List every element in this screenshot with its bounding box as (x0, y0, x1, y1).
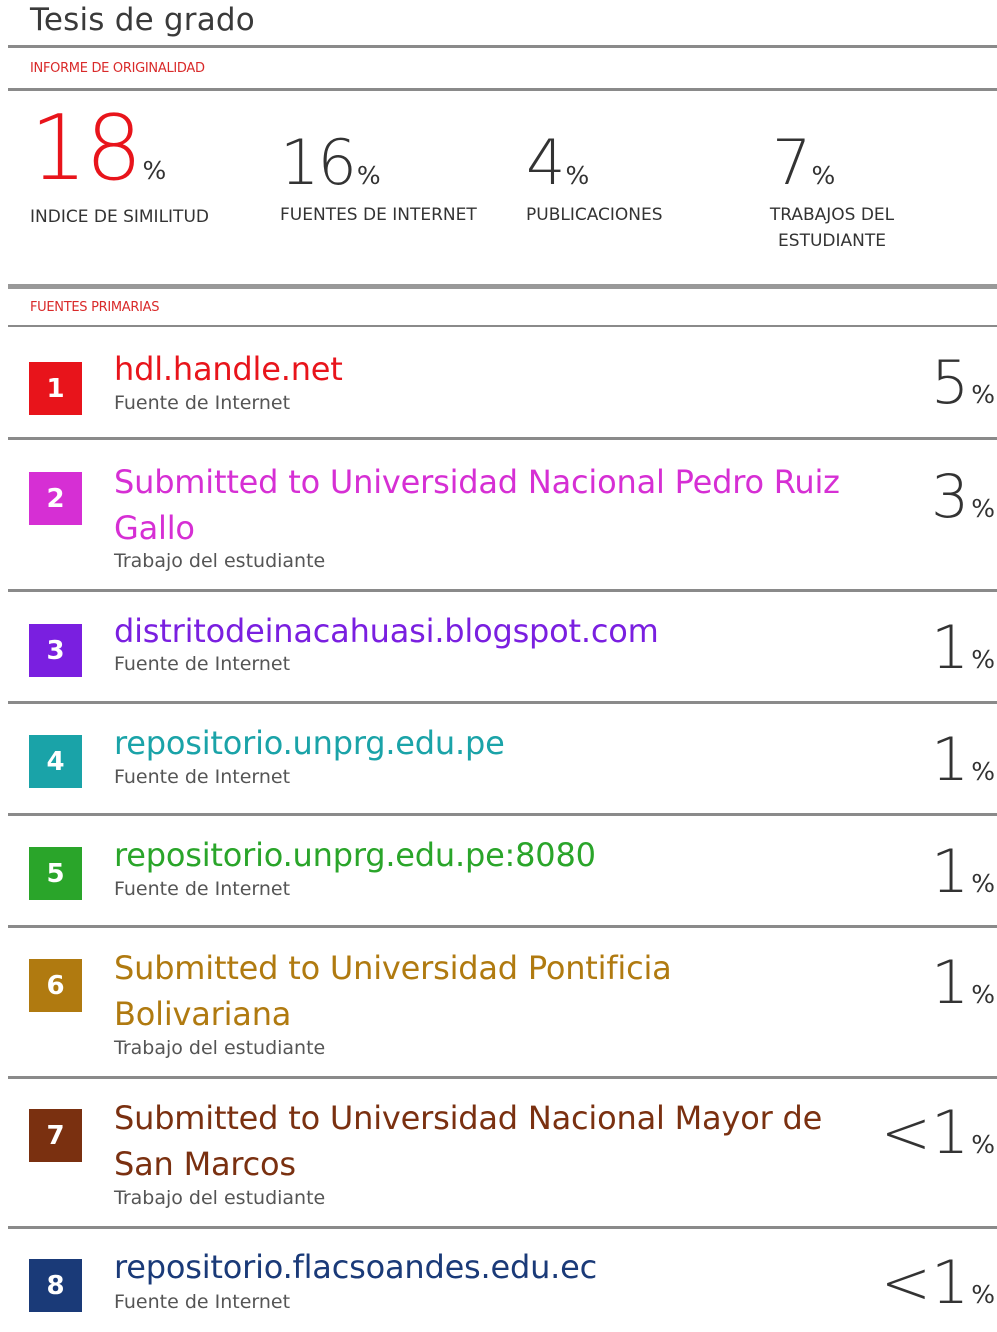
source-row: 5 repositorio.unprg.edu.pe:8080 Fuente d… (0, 816, 997, 925)
source-row: 3 distritodeinacahuasi.blogspot.com Fuen… (0, 592, 997, 701)
stat-unit: % (356, 161, 381, 190)
source-type: Fuente de Internet (114, 1291, 291, 1313)
source-type: Trabajo del estudiante (114, 550, 326, 572)
percentage-value: 1 (931, 948, 970, 1018)
source-number-badge: 7 (29, 1109, 82, 1162)
stat-publications: 4% PUBLICACIONES (526, 132, 663, 228)
source-percentage: 3% (931, 467, 995, 527)
stat-value: 7 (772, 126, 811, 199)
stat-value: 16 (280, 126, 357, 199)
percentage-unit: % (971, 1130, 995, 1159)
stat-unit: % (811, 161, 836, 190)
source-percentage: 1% (931, 618, 995, 678)
source-type: Fuente de Internet (114, 392, 291, 414)
source-type: Fuente de Internet (114, 653, 291, 675)
stat-similarity-index: 18% INDICE DE SIMILITUD (30, 104, 209, 230)
source-percentage: <1% (881, 1253, 995, 1313)
stat-student-papers: 7% TRABAJOS DEL ESTUDIANTE (752, 132, 912, 255)
stat-label: INDICE DE SIMILITUD (30, 207, 209, 227)
percentage-value: 3 (931, 462, 970, 532)
stat-value: 4 (526, 126, 565, 199)
percentage-unit: % (971, 645, 995, 674)
source-row: 4 repositorio.unprg.edu.pe Fuente de Int… (0, 704, 997, 813)
source-percentage: 5% (931, 353, 995, 413)
percentage-unit: % (971, 869, 995, 898)
percentage-value: 1 (931, 613, 970, 683)
primary-sources-label: FUENTES PRIMARIAS (30, 300, 160, 315)
source-percentage: 1% (931, 842, 995, 902)
percentage-value: <1 (880, 1248, 970, 1318)
source-percentage: 1% (931, 953, 995, 1013)
source-type: Trabajo del estudiante (114, 1187, 326, 1209)
divider (8, 284, 997, 289)
source-type: Trabajo del estudiante (114, 1037, 326, 1059)
source-row: 6 Submitted to Universidad Pontificia Bo… (0, 928, 997, 1076)
source-name: Submitted to Universidad Pontificia Boli… (114, 949, 672, 1033)
percentage-unit: % (971, 980, 995, 1009)
percentage-value: 1 (931, 837, 970, 907)
stat-internet-sources: 16% FUENTES DE INTERNET (280, 132, 477, 228)
source-row: 7 Submitted to Universidad Nacional Mayo… (0, 1079, 997, 1226)
percentage-value: 1 (931, 725, 970, 795)
stat-label: PUBLICACIONES (526, 205, 663, 225)
source-number-badge: 1 (29, 362, 82, 415)
report-section-label: INFORME DE ORIGINALIDAD (30, 61, 205, 76)
source-number-badge: 5 (29, 847, 82, 900)
source-name: repositorio.flacsoandes.edu.ec (114, 1248, 598, 1286)
source-name: Submitted to Universidad Nacional Mayor … (114, 1099, 823, 1183)
divider (8, 88, 997, 91)
source-percentage: 1% (931, 730, 995, 790)
source-type: Fuente de Internet (114, 878, 291, 900)
source-row: 2 Submitted to Universidad Nacional Pedr… (0, 440, 997, 589)
stat-unit: % (565, 161, 590, 190)
source-percentage: <1% (881, 1103, 995, 1163)
percentage-unit: % (971, 380, 995, 409)
source-number-badge: 3 (29, 624, 82, 677)
source-name: repositorio.unprg.edu.pe:8080 (114, 836, 596, 874)
document-title: Tesis de grado (30, 2, 255, 38)
percentage-value: <1 (880, 1098, 970, 1168)
source-row: 8 repositorio.flacsoandes.edu.ec Fuente … (0, 1229, 997, 1332)
source-name: distritodeinacahuasi.blogspot.com (114, 612, 659, 650)
stat-label: TRABAJOS DEL ESTUDIANTE (769, 205, 895, 252)
source-name: Submitted to Universidad Nacional Pedro … (114, 463, 840, 547)
percentage-value: 5 (931, 348, 970, 418)
stat-unit: % (142, 156, 167, 185)
percentage-unit: % (971, 494, 995, 523)
source-number-badge: 8 (29, 1259, 82, 1312)
source-name: repositorio.unprg.edu.pe (114, 724, 505, 762)
source-number-badge: 6 (29, 959, 82, 1012)
source-number-badge: 2 (29, 472, 82, 525)
source-number-badge: 4 (29, 735, 82, 788)
percentage-unit: % (971, 757, 995, 786)
stat-label: FUENTES DE INTERNET (280, 205, 477, 225)
source-row: 1 hdl.handle.net Fuente de Internet 5% (0, 327, 997, 437)
divider (8, 45, 997, 48)
source-type: Fuente de Internet (114, 766, 291, 788)
percentage-unit: % (971, 1280, 995, 1309)
stat-value: 18 (30, 96, 143, 201)
source-name: hdl.handle.net (114, 350, 343, 388)
